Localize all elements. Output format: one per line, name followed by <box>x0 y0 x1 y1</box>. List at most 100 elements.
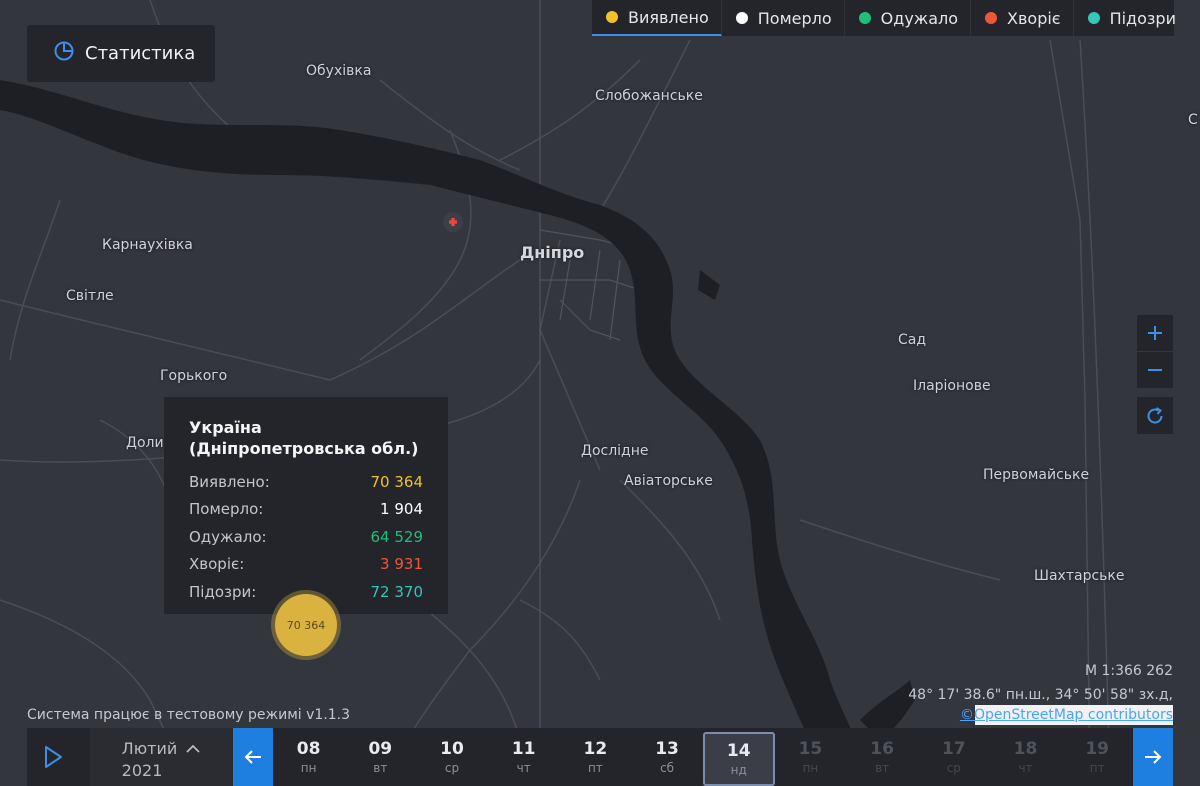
prev-days-button[interactable] <box>232 728 273 786</box>
zoom-out-button[interactable] <box>1137 352 1173 388</box>
osm-attribution-link[interactable]: ©OpenStreetMap contributors <box>960 707 1173 723</box>
timeline-bar: Лютий 2021 08 пн 09 вт 10 ср 11 чт 12 пт 13 сб… <box>27 728 1173 786</box>
play-button[interactable] <box>27 728 80 786</box>
day-item[interactable]: 12 пт <box>560 728 632 786</box>
place-label: Авіаторське <box>624 473 713 489</box>
refresh-icon <box>1147 406 1163 423</box>
day-number: 09 <box>368 739 393 759</box>
legend-tab-suspected[interactable]: Підозри <box>1074 0 1188 36</box>
dot-icon <box>858 12 871 24</box>
tooltip-value: 1 904 <box>380 500 423 519</box>
statistics-label: Статистика <box>85 43 196 64</box>
plus-icon <box>1148 326 1162 340</box>
day-number: 17 <box>941 739 966 759</box>
statistics-button[interactable]: Статистика <box>27 25 215 82</box>
day-item-future[interactable]: 16 вт <box>846 728 918 786</box>
dot-icon <box>985 12 998 24</box>
tooltip-label: Померло: <box>189 500 264 519</box>
place-label: Карнаухівка <box>102 237 193 253</box>
day-item-selected[interactable]: 14 нд <box>702 732 775 786</box>
day-number: 19 <box>1085 739 1110 759</box>
place-label: Обухівка <box>306 63 372 79</box>
tooltip-row: Одужало: 64 529 <box>189 523 423 551</box>
place-label: Доли <box>126 435 164 451</box>
day-item-future[interactable]: 18 чт <box>990 728 1062 786</box>
legend-label: Виявлено <box>628 7 709 27</box>
reset-view-button[interactable] <box>1137 397 1173 434</box>
tooltip-value: 72 370 <box>370 582 424 601</box>
place-label-city: Дніпро <box>520 243 585 262</box>
day-number: 18 <box>1013 739 1038 759</box>
day-weekday: ср <box>946 761 961 775</box>
day-item-future[interactable]: 17 ср <box>918 728 990 786</box>
legend-tab-recovered[interactable]: Одужало <box>845 0 972 36</box>
place-label: Шахтарське <box>1034 568 1125 584</box>
place-label: Первомайське <box>983 467 1090 483</box>
zoom-in-button[interactable] <box>1137 315 1173 351</box>
day-number: 16 <box>870 739 894 759</box>
place-label: Світле <box>66 288 114 304</box>
day-weekday: чт <box>516 761 531 775</box>
day-number: 13 <box>655 739 679 759</box>
day-weekday: вт <box>875 761 890 775</box>
legend-tab-detected[interactable]: Виявлено <box>592 0 722 36</box>
day-item-future[interactable]: 19 пт <box>1061 728 1133 786</box>
day-weekday: пн <box>802 761 819 775</box>
legend-tab-sick[interactable]: Хворіє <box>971 0 1074 36</box>
marker-label: 70 364 <box>286 618 326 632</box>
arrow-left-icon <box>244 750 261 764</box>
place-label: Горького <box>160 368 228 384</box>
day-number: 10 <box>440 739 464 759</box>
day-weekday: пт <box>587 761 603 775</box>
tooltip-value: 3 931 <box>380 555 423 574</box>
place-label: Дослідне <box>581 443 649 459</box>
region-cluster-marker[interactable]: 70 364 <box>275 594 337 656</box>
day-strip: 08 пн 09 вт 10 ср 11 чт 12 пт 13 сб 14 нд 15 пн … <box>273 728 1133 786</box>
tooltip-title: Україна (Дніпропетровська обл.) <box>189 418 419 458</box>
place-label: Сад <box>898 332 927 348</box>
pie-chart-icon <box>53 40 75 67</box>
play-icon <box>45 746 63 768</box>
place-label: Іларіонове <box>913 378 991 394</box>
minus-icon <box>1148 369 1162 371</box>
legend-label: Підозри <box>1109 8 1176 28</box>
day-item[interactable]: 09 вт <box>344 728 416 786</box>
day-weekday: ср <box>444 761 460 775</box>
day-number: 14 <box>726 741 751 761</box>
arrow-right-icon <box>1145 750 1162 764</box>
tooltip-row: Виявлено: 70 364 <box>189 468 423 496</box>
month-selector[interactable]: Лютий 2021 <box>89 728 233 786</box>
day-weekday: сб <box>660 761 675 775</box>
day-item[interactable]: 10 ср <box>416 728 488 786</box>
next-days-button[interactable] <box>1133 728 1173 786</box>
month-label: Лютий <box>121 739 178 758</box>
legend-tab-deaths[interactable]: Померло <box>722 0 845 36</box>
day-number: 08 <box>296 739 321 759</box>
day-item[interactable]: 13 сб <box>631 728 703 786</box>
tooltip-label: Підозри: <box>189 582 257 601</box>
map-canvas[interactable] <box>0 0 1200 786</box>
day-weekday: пт <box>1089 761 1105 775</box>
day-number: 15 <box>798 739 823 759</box>
tooltip-value: 64 529 <box>370 527 424 546</box>
legend-tabs: Виявлено Померло Одужало Хворіє Підозри <box>592 0 1176 36</box>
tooltip-label: Виявлено: <box>189 472 270 491</box>
day-item[interactable]: 08 пн <box>273 728 345 786</box>
day-weekday: пн <box>300 761 317 775</box>
legend-label: Хворіє <box>1007 8 1061 28</box>
legend-label: Померло <box>757 8 832 28</box>
region-tooltip: Україна (Дніпропетровська обл.) Виявлено… <box>164 397 448 614</box>
dot-icon <box>1087 12 1100 24</box>
tooltip-row: Померло: 1 904 <box>189 496 423 524</box>
day-weekday: вт <box>373 761 388 775</box>
day-weekday: чт <box>1018 761 1033 775</box>
day-item[interactable]: 11 чт <box>488 728 560 786</box>
dot-icon <box>606 11 618 23</box>
legend-label: Одужало <box>880 8 959 28</box>
day-item-future[interactable]: 15 пн <box>775 728 847 786</box>
tooltip-label: Одужало: <box>189 527 267 546</box>
day-number: 12 <box>583 739 608 759</box>
map-scale: М 1:366 262 <box>1084 663 1173 679</box>
test-mode-notice: Система працює в тестовому режимі v1.1.3 <box>27 707 351 723</box>
tooltip-label: Хворіє: <box>189 555 245 574</box>
